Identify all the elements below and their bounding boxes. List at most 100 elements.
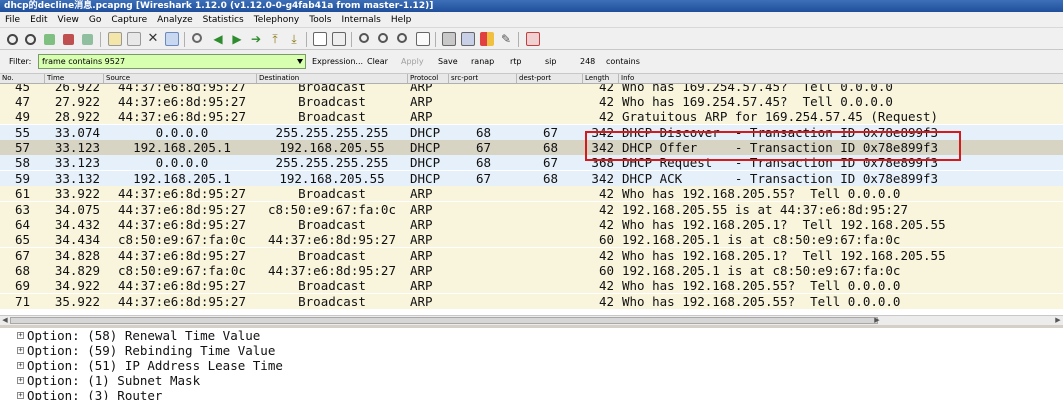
packet-row[interactable]: 58 33.123 0.0.0.0 255.255.255.255 DHCP 68 67 36… bbox=[0, 155, 1063, 170]
packet-cell-proto: DHCP bbox=[410, 171, 441, 186]
go-last-icon[interactable]: ⤓ bbox=[287, 32, 301, 46]
menu-tools[interactable]: Tools bbox=[304, 12, 336, 27]
expand-icon[interactable]: + bbox=[17, 347, 24, 354]
packet-row[interactable]: 65 34.434 c8:50:e9:67:fa:0c 44:37:e6:8d:95:… bbox=[0, 232, 1063, 247]
coloring-rules-icon[interactable] bbox=[480, 32, 494, 46]
open-file-icon[interactable] bbox=[108, 32, 122, 46]
packet-cell-no: 63 bbox=[14, 202, 30, 217]
detail-tree-item[interactable]: + Option: (1) Subnet Mask bbox=[0, 373, 1063, 388]
colorize-icon[interactable] bbox=[313, 32, 327, 46]
column-header-dest-port[interactable]: dest-port bbox=[516, 74, 551, 83]
menu-analyze[interactable]: Analyze bbox=[152, 12, 197, 27]
column-header-destination[interactable]: Destination bbox=[256, 74, 299, 83]
clear-button[interactable]: Clear bbox=[367, 57, 388, 66]
interface-list-icon[interactable] bbox=[7, 34, 18, 45]
find-packet-icon[interactable] bbox=[192, 33, 202, 43]
stop-capture-icon[interactable] bbox=[63, 34, 74, 45]
menu-view[interactable]: View bbox=[53, 12, 84, 27]
column-header-no[interactable]: No. bbox=[0, 74, 14, 83]
packet-row[interactable]: 67 34.828 44:37:e6:8d:95:27 Broadcast ARP 42 W… bbox=[0, 248, 1063, 263]
menu-internals[interactable]: Internals bbox=[336, 12, 385, 27]
packet-row[interactable]: 47 27.922 44:37:e6:8d:95:27 Broadcast ARP 42 W… bbox=[0, 94, 1063, 109]
packet-cell-info: Who has 192.168.205.1? Tell 192.168.205.… bbox=[622, 248, 946, 263]
packet-row[interactable]: 55 33.074 0.0.0.0 255.255.255.255 DHCP 68 67 34… bbox=[0, 125, 1063, 140]
packet-cell-info: 192.168.205.1 is at c8:50:e9:67:fa:0c bbox=[622, 232, 901, 247]
capture-filters-icon[interactable] bbox=[442, 32, 456, 46]
menu-help[interactable]: Help bbox=[386, 12, 417, 27]
detail-tree-item[interactable]: + Option: (58) Renewal Time Value bbox=[0, 328, 1063, 343]
column-header-src-port[interactable]: src-port bbox=[448, 74, 478, 83]
menu-telephony[interactable]: Telephony bbox=[249, 12, 305, 27]
save-file-icon[interactable] bbox=[127, 32, 141, 46]
detail-tree-item[interactable]: + Option: (51) IP Address Lease Time bbox=[0, 358, 1063, 373]
expand-icon[interactable]: + bbox=[17, 392, 24, 399]
detail-tree-item[interactable]: + Option: (59) Rebinding Time Value bbox=[0, 343, 1063, 358]
expand-icon[interactable]: + bbox=[17, 377, 24, 384]
apply-button[interactable]: Apply bbox=[401, 57, 424, 66]
start-capture-icon[interactable] bbox=[44, 34, 55, 45]
packet-row[interactable]: 57 33.123 192.168.205.1 192.168.205.55 DHCP 6… bbox=[0, 140, 1063, 155]
menu-capture[interactable]: Capture bbox=[106, 12, 152, 27]
go-to-packet-icon[interactable]: ➔ bbox=[249, 32, 263, 46]
filter-button-ranap[interactable]: ranap bbox=[471, 57, 494, 66]
packet-row[interactable]: 68 34.829 c8:50:e9:67:fa:0c 44:37:e6:8d:95:… bbox=[0, 263, 1063, 278]
resize-columns-icon[interactable] bbox=[416, 32, 430, 46]
packet-cell-time: 33.123 bbox=[54, 155, 100, 170]
scroll-right-icon[interactable]: ▶ bbox=[873, 317, 881, 324]
go-forward-icon[interactable]: ▶ bbox=[230, 32, 244, 46]
packet-row[interactable]: 69 34.922 44:37:e6:8d:95:27 Broadcast ARP 42 W… bbox=[0, 278, 1063, 293]
column-header-source[interactable]: Source bbox=[103, 74, 130, 83]
packet-details-pane[interactable]: + Option: (58) Renewal Time Value + Option:… bbox=[0, 328, 1063, 400]
go-back-icon[interactable]: ◀ bbox=[211, 32, 225, 46]
scrollbar-thumb[interactable] bbox=[10, 317, 878, 324]
packet-row[interactable]: 63 34.075 44:37:e6:8d:95:27 c8:50:e9:67:fa:… bbox=[0, 202, 1063, 217]
display-filters-icon[interactable] bbox=[461, 32, 475, 46]
zoom-normal-icon[interactable] bbox=[397, 33, 407, 43]
packet-cell-info: 192.168.205.55 is at 44:37:e6:8d:95:27 bbox=[622, 202, 908, 217]
packet-cell-dst: Broadcast bbox=[298, 294, 366, 309]
packet-cell-len: 368 bbox=[591, 155, 614, 170]
menu-edit[interactable]: Edit bbox=[25, 12, 52, 27]
scroll-right-end-icon[interactable]: ▶ bbox=[1054, 317, 1062, 324]
packet-list-horizontal-scrollbar[interactable]: ◀ ▶ ▶ bbox=[0, 315, 1063, 325]
filter-button-contains[interactable]: contains bbox=[606, 57, 640, 66]
zoom-in-icon[interactable] bbox=[359, 33, 369, 43]
preferences-icon[interactable]: ✎ bbox=[499, 32, 513, 46]
packet-list[interactable]: 45 26.922 44:37:e6:8d:95:27 Broadcast ARP 42 W… bbox=[0, 84, 1063, 315]
packet-cell-no: 65 bbox=[14, 232, 30, 247]
filter-button-248[interactable]: 248 bbox=[580, 57, 595, 66]
column-header-time[interactable]: Time bbox=[44, 74, 64, 83]
packet-row[interactable]: 64 34.432 44:37:e6:8d:95:27 Broadcast ARP 42 W… bbox=[0, 217, 1063, 232]
expression-button[interactable]: Expression... bbox=[312, 57, 363, 66]
chevron-down-icon[interactable] bbox=[297, 59, 303, 64]
expand-icon[interactable]: + bbox=[17, 332, 24, 339]
zoom-out-icon[interactable] bbox=[378, 33, 388, 43]
close-file-icon[interactable]: ✕ bbox=[146, 32, 160, 46]
expand-icon[interactable]: + bbox=[17, 362, 24, 369]
detail-tree-item[interactable]: + Option: (3) Router bbox=[0, 388, 1063, 400]
packet-row[interactable]: 71 35.922 44:37:e6:8d:95:27 Broadcast ARP 42 W… bbox=[0, 294, 1063, 309]
column-header-info[interactable]: Info bbox=[618, 74, 634, 83]
packet-cell-no: 49 bbox=[14, 109, 30, 124]
auto-scroll-icon[interactable] bbox=[332, 32, 346, 46]
display-filter-input[interactable]: frame contains 9527 bbox=[38, 54, 306, 69]
filter-button-sip[interactable]: sip bbox=[545, 57, 556, 66]
packet-row[interactable]: 59 33.132 192.168.205.1 192.168.205.55 DHCP 6… bbox=[0, 171, 1063, 186]
save-filter-button[interactable]: Save bbox=[438, 57, 458, 66]
scroll-left-icon[interactable]: ◀ bbox=[1, 317, 9, 324]
go-first-icon[interactable]: ⤒ bbox=[268, 32, 282, 46]
packet-row[interactable]: 49 28.922 44:37:e6:8d:95:27 Broadcast ARP 42 G… bbox=[0, 109, 1063, 124]
menu-go[interactable]: Go bbox=[84, 12, 106, 27]
restart-capture-icon[interactable] bbox=[82, 34, 93, 45]
column-header-length[interactable]: Length bbox=[582, 74, 609, 83]
packet-row[interactable]: 45 26.922 44:37:e6:8d:95:27 Broadcast ARP 42 W… bbox=[0, 84, 1063, 94]
capture-options-icon[interactable] bbox=[25, 34, 36, 45]
menu-file[interactable]: File bbox=[0, 12, 25, 27]
packet-cell-info: Gratuitous ARP for 169.254.57.45 (Reques… bbox=[622, 109, 939, 124]
packet-row[interactable]: 61 33.922 44:37:e6:8d:95:27 Broadcast ARP 42 W… bbox=[0, 186, 1063, 201]
reload-file-icon[interactable] bbox=[165, 32, 179, 46]
menu-statistics[interactable]: Statistics bbox=[198, 12, 249, 27]
column-header-protocol[interactable]: Protocol bbox=[407, 74, 438, 83]
help-icon[interactable] bbox=[526, 32, 540, 46]
filter-button-rtp[interactable]: rtp bbox=[510, 57, 522, 66]
